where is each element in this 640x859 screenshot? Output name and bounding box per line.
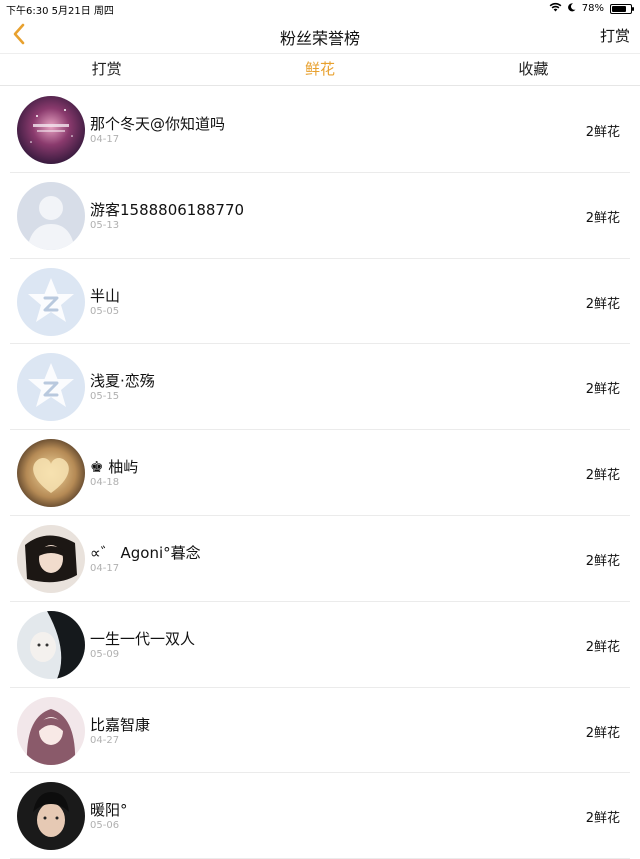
- status-indicators: 78%: [549, 2, 634, 15]
- avatar: [17, 610, 85, 679]
- page-title: 粉丝荣誉榜: [279, 29, 360, 48]
- gift-date: 04-17: [90, 134, 120, 145]
- flower-count: 2鲜花: [585, 639, 620, 655]
- moon-icon: [567, 2, 576, 15]
- gift-date: 04-18: [90, 477, 120, 489]
- flower-count: 2鲜花: [585, 382, 620, 398]
- list-item[interactable]: 游客1588806188770 05-13 2鲜花: [10, 173, 630, 259]
- flower-count: 2鲜花: [585, 811, 620, 827]
- wifi-icon: [549, 2, 562, 15]
- reward-button[interactable]: 打赏: [600, 25, 630, 46]
- list-item[interactable]: 比嘉智康 04-27 2鲜花: [10, 688, 630, 774]
- flower-count: 2鲜花: [585, 125, 620, 140]
- gift-date: 05-05: [90, 305, 120, 317]
- tab-flowers[interactable]: 鲜花: [213, 54, 426, 85]
- battery-icon: [610, 3, 634, 14]
- user-name: 浅夏·恋殇: [90, 372, 155, 391]
- flower-count: 2鲜花: [585, 210, 620, 226]
- list-item[interactable]: 半山 05-05 2鲜花: [10, 259, 630, 345]
- avatar: [17, 353, 85, 422]
- avatar: [17, 96, 85, 164]
- gift-date: 05-13: [90, 219, 120, 231]
- user-name: 比嘉智康: [90, 715, 151, 734]
- flower-count: 2鲜花: [585, 296, 620, 312]
- user-name: 半山: [90, 286, 121, 305]
- user-name: 暖阳°: [90, 801, 128, 820]
- nav-bar: 粉丝荣誉榜 打赏: [0, 18, 640, 53]
- gift-date: 04-17: [90, 562, 120, 574]
- list-item[interactable]: 那个冬天@你知道吗 04-17 2鲜花: [10, 87, 630, 173]
- user-name: 一生一代一双人: [90, 629, 196, 648]
- avatar: [17, 439, 85, 508]
- battery-percent: 78%: [581, 3, 604, 14]
- fan-ranking-list: 那个冬天@你知道吗 04-17 2鲜花 游客1588806188770 05-1…: [0, 87, 640, 859]
- list-item[interactable]: ∝゛ Agoni°暮念 04-17 2鲜花: [10, 516, 630, 602]
- battery-fill: [612, 5, 627, 12]
- tab-reward[interactable]: 打赏: [0, 54, 213, 85]
- avatar: [17, 782, 85, 851]
- avatar: [17, 267, 85, 336]
- user-name: ♚ 柚屿: [90, 458, 139, 477]
- flower-count: 2鲜花: [585, 468, 620, 484]
- tab-bar: 打赏 鲜花 收藏: [0, 53, 640, 86]
- avatar: [17, 181, 85, 250]
- user-name: ∝゛ Agoni°暮念: [90, 543, 201, 562]
- gift-date: 05-15: [90, 391, 120, 403]
- status-bar: 下午6:30 5月21日 周四 78%: [0, 0, 640, 18]
- gift-date: 05-06: [90, 820, 120, 832]
- gift-date: 04-27: [90, 734, 120, 746]
- avatar: [17, 696, 85, 765]
- user-name: 那个冬天@你知道吗: [90, 115, 226, 133]
- gift-date: 05-09: [90, 648, 120, 660]
- tab-favorites[interactable]: 收藏: [427, 54, 640, 85]
- list-item[interactable]: 一生一代一双人 05-09 2鲜花: [10, 602, 630, 688]
- flower-count: 2鲜花: [585, 725, 620, 741]
- user-name: 游客1588806188770: [90, 200, 245, 219]
- status-time-date: 下午6:30 5月21日 周四: [6, 6, 114, 17]
- flower-count: 2鲜花: [585, 553, 620, 569]
- list-item[interactable]: ♚ 柚屿 04-18 2鲜花: [10, 430, 630, 516]
- list-item[interactable]: 浅夏·恋殇 05-15 2鲜花: [10, 344, 630, 431]
- list-item[interactable]: 暖阳° 05-06 2鲜花: [10, 773, 630, 859]
- avatar: [17, 524, 85, 593]
